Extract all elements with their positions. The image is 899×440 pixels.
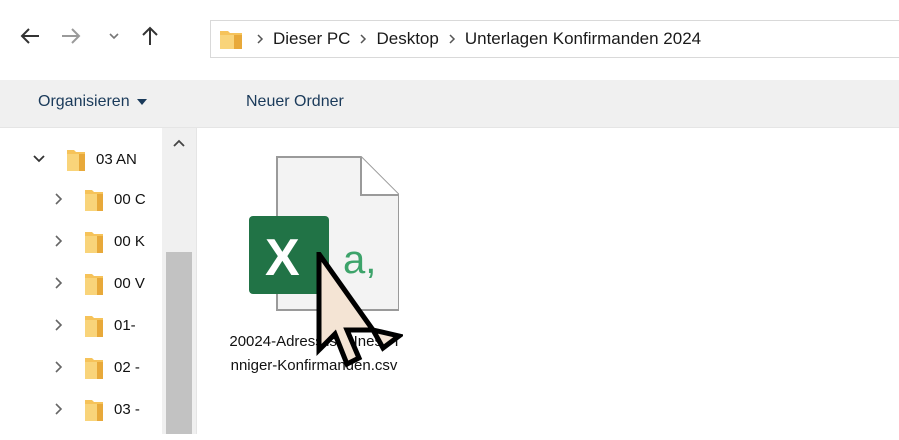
file-list-area: a, X 20024-Adressliste Inese Inniger-Kon… (197, 128, 899, 434)
tree-item[interactable]: 00 K (0, 226, 162, 256)
navigation-pane: 03 AN 00 C 00 K 00 V 01- 02 - 03 - (0, 128, 197, 434)
tree-item-label: 01- (114, 316, 136, 334)
recent-locations-button[interactable] (104, 22, 124, 50)
breadcrumb-current-folder[interactable]: Unterlagen Konfirmanden 2024 (459, 29, 707, 49)
chevron-right-icon (253, 33, 267, 45)
scroll-up-button[interactable] (162, 128, 196, 158)
folder-icon (85, 316, 103, 337)
chevron-up-icon (173, 139, 185, 147)
new-folder-label: Neuer Ordner (246, 93, 344, 110)
new-folder-button[interactable]: Neuer Ordner (246, 93, 344, 111)
arrow-right-icon (62, 28, 81, 44)
arrow-up-icon (142, 26, 158, 45)
chevron-down-icon[interactable] (32, 152, 46, 166)
folder-icon (85, 190, 103, 211)
chevron-right-icon[interactable] (52, 234, 66, 248)
folder-icon (67, 150, 85, 171)
back-button[interactable] (16, 22, 44, 50)
folder-icon (85, 358, 103, 379)
folder-icon (85, 400, 103, 421)
tree-item-label: 00 C (114, 190, 146, 208)
breadcrumb-this-pc[interactable]: Dieser PC (267, 29, 356, 49)
tree-item-label: 03 - (114, 400, 140, 418)
chevron-right-icon (356, 33, 370, 45)
chevron-right-icon[interactable] (52, 318, 66, 332)
organize-label: Organisieren (38, 93, 130, 110)
scrollbar-thumb[interactable] (166, 252, 192, 434)
tree-item-label: 02 - (114, 358, 140, 376)
folder-icon (219, 28, 243, 50)
up-button[interactable] (136, 22, 164, 50)
command-bar: Organisieren Neuer Ordner (0, 80, 899, 128)
caret-down-icon (136, 99, 147, 105)
arrow-left-icon (20, 28, 39, 44)
svg-text:X: X (265, 229, 300, 287)
tree-item[interactable]: 00 C (0, 184, 162, 214)
chevron-right-icon (445, 33, 459, 45)
tree-item[interactable]: 00 V (0, 268, 162, 298)
tree-item[interactable]: 01- (0, 310, 162, 340)
tree-item-label: 00 K (114, 232, 145, 250)
address-bar[interactable]: Dieser PC Desktop Unterlagen Konfirmande… (210, 20, 899, 58)
navigation-bar: Dieser PC Desktop Unterlagen Konfirmande… (0, 0, 899, 80)
chevron-right-icon[interactable] (52, 192, 66, 206)
folder-icon (85, 232, 103, 253)
file-name: 20024-Adressliste Inese Inniger-Konfirma… (229, 333, 399, 374)
chevron-down-icon (109, 33, 119, 40)
excel-csv-icon: a, X (249, 156, 399, 311)
forward-button[interactable] (57, 22, 85, 50)
chevron-right-icon[interactable] (52, 360, 66, 374)
tree-item[interactable]: 03 AN (0, 144, 162, 174)
tree-item-label: 03 AN (96, 150, 137, 168)
svg-text:a,: a, (343, 238, 376, 282)
file-item[interactable]: a, X 20024-Adressliste Inese Inniger-Kon… (229, 150, 429, 440)
folder-icon (85, 274, 103, 295)
tree-item[interactable]: 02 - (0, 352, 162, 382)
tree-item-label: 00 V (114, 274, 145, 292)
chevron-right-icon[interactable] (52, 276, 66, 290)
organize-button[interactable]: Organisieren (38, 93, 148, 111)
breadcrumb-desktop[interactable]: Desktop (370, 29, 444, 49)
chevron-right-icon[interactable] (52, 402, 66, 416)
tree-item[interactable]: 03 - (0, 394, 162, 424)
